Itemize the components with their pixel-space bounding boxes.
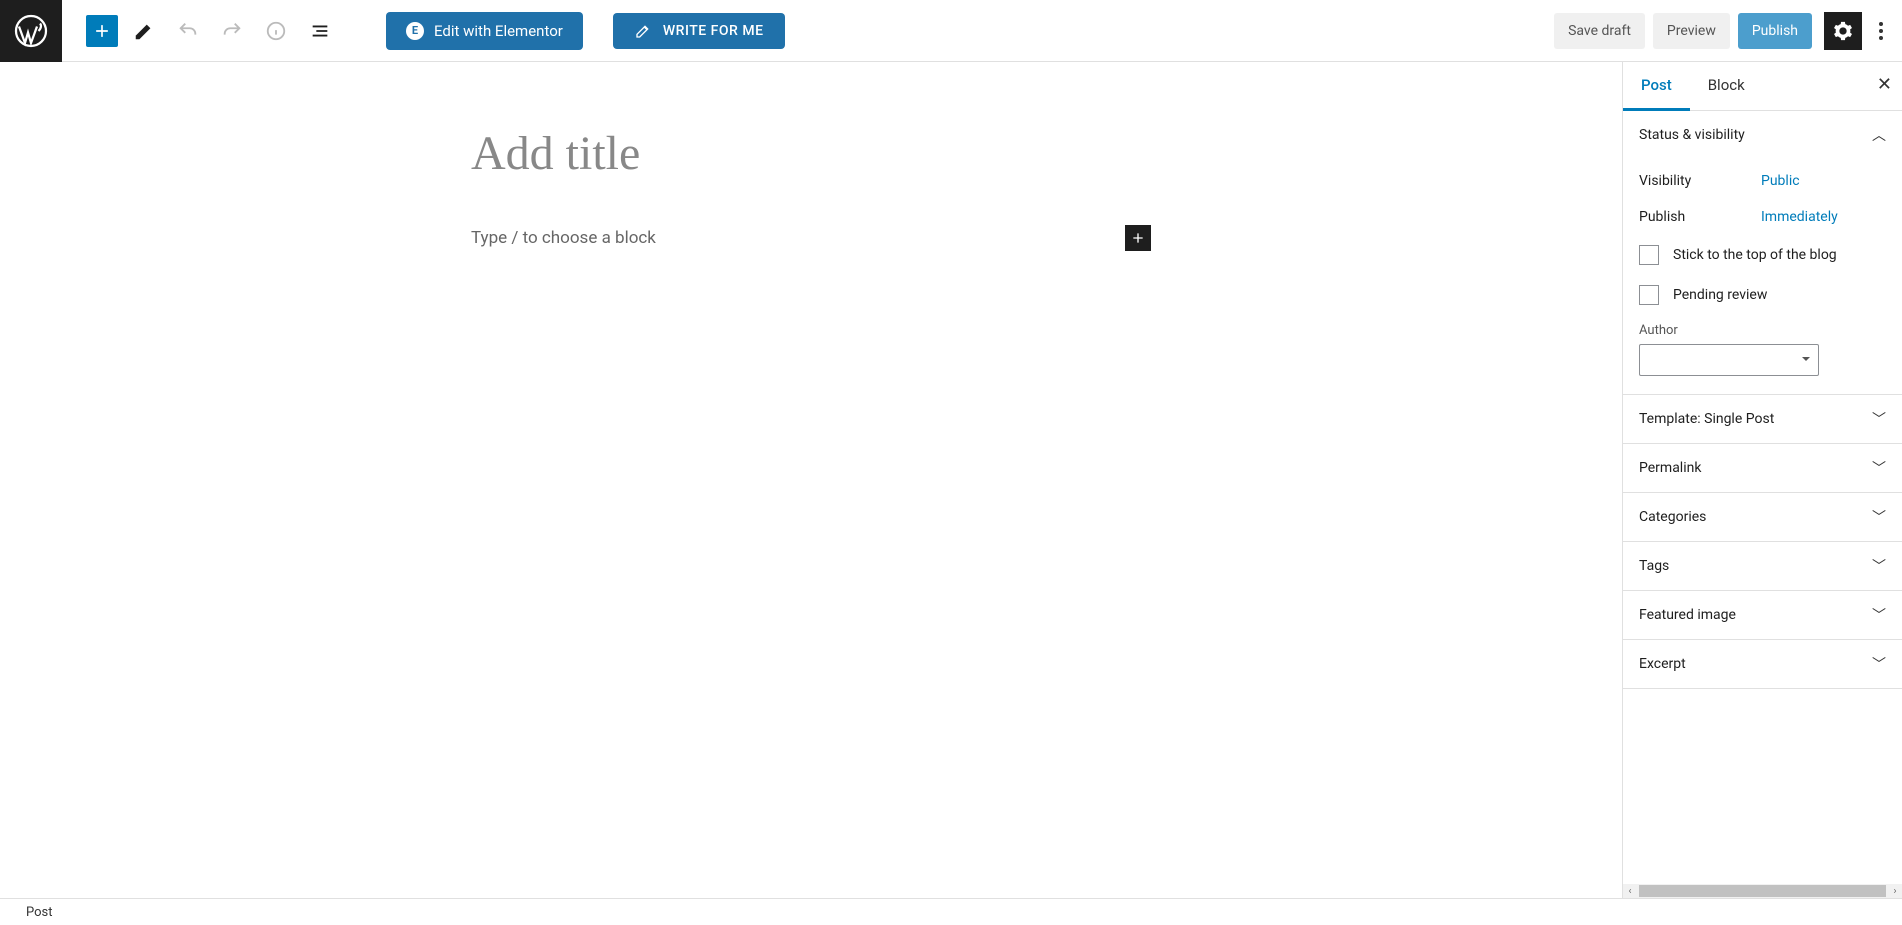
panel-tags[interactable]: Tags﹀ <box>1623 542 1902 590</box>
list-view-icon[interactable] <box>302 13 338 49</box>
elementor-button[interactable]: E Edit with Elementor <box>386 12 583 50</box>
add-block-inline-button[interactable] <box>1125 225 1151 251</box>
publish-value[interactable]: Immediately <box>1761 209 1838 225</box>
preview-button[interactable]: Preview <box>1653 13 1730 49</box>
chevron-up-icon: ︿ <box>1872 125 1886 145</box>
elementor-icon: E <box>406 22 424 40</box>
undo-icon <box>170 13 206 49</box>
sidebar-tabs: Post Block ✕ <box>1623 62 1902 111</box>
editor-canvas[interactable]: Add title Type / to choose a block <box>0 62 1622 898</box>
chevron-down-icon: ﹀ <box>1872 409 1886 429</box>
chevron-down-icon: ﹀ <box>1872 605 1886 625</box>
add-block-button[interactable] <box>86 15 118 47</box>
pending-review-checkbox[interactable] <box>1639 285 1659 305</box>
pending-label: Pending review <box>1673 287 1767 303</box>
publish-button[interactable]: Publish <box>1738 13 1812 49</box>
edit-mode-icon[interactable] <box>126 13 162 49</box>
visibility-label: Visibility <box>1639 173 1761 189</box>
author-label: Author <box>1639 315 1886 344</box>
horizontal-scrollbar[interactable]: ‹ › <box>1623 884 1902 898</box>
stick-to-top-checkbox[interactable] <box>1639 245 1659 265</box>
settings-button[interactable] <box>1824 12 1862 50</box>
breadcrumb[interactable]: Post <box>26 905 53 920</box>
author-select[interactable] <box>1639 344 1819 376</box>
write-for-me-button[interactable]: WRITE FOR ME <box>613 13 786 49</box>
panel-categories[interactable]: Categories﹀ <box>1623 493 1902 541</box>
left-tool-group: E Edit with Elementor WRITE FOR ME <box>62 12 785 50</box>
panel-status-visibility: Status & visibility ︿ Visibility Public … <box>1623 111 1902 395</box>
post-title-input[interactable]: Add title <box>471 126 1151 181</box>
chevron-down-icon: ﹀ <box>1872 654 1886 674</box>
stick-label: Stick to the top of the blog <box>1673 247 1837 263</box>
panel-permalink[interactable]: Permalink﹀ <box>1623 444 1902 492</box>
toolbar: E Edit with Elementor WRITE FOR ME Save … <box>0 0 1902 62</box>
right-tool-group: Save draft Preview Publish <box>1554 12 1890 50</box>
wordpress-logo[interactable] <box>0 0 62 62</box>
tab-block[interactable]: Block <box>1690 62 1763 110</box>
publish-label: Publish <box>1639 209 1761 225</box>
scroll-right-icon[interactable]: › <box>1888 886 1902 897</box>
tab-post[interactable]: Post <box>1623 62 1690 111</box>
chevron-down-icon: ﹀ <box>1872 556 1886 576</box>
write-label: WRITE FOR ME <box>663 23 764 39</box>
scroll-thumb[interactable] <box>1639 885 1886 897</box>
panel-template[interactable]: Template: Single Post﹀ <box>1623 395 1902 443</box>
chevron-down-icon: ﹀ <box>1872 507 1886 527</box>
close-sidebar-icon[interactable]: ✕ <box>1877 74 1892 95</box>
redo-icon <box>214 13 250 49</box>
panel-excerpt[interactable]: Excerpt﹀ <box>1623 640 1902 688</box>
elementor-label: Edit with Elementor <box>434 22 563 40</box>
save-draft-button[interactable]: Save draft <box>1554 13 1645 49</box>
scroll-left-icon[interactable]: ‹ <box>1623 886 1637 897</box>
panel-header-status[interactable]: Status & visibility ︿ <box>1623 111 1902 159</box>
panel-featured-image[interactable]: Featured image﹀ <box>1623 591 1902 639</box>
settings-sidebar: Post Block ✕ Status & visibility ︿ Visib… <box>1622 62 1902 898</box>
info-icon[interactable] <box>258 13 294 49</box>
block-prompt[interactable]: Type / to choose a block <box>471 228 1125 248</box>
more-options-icon[interactable] <box>1872 12 1890 50</box>
chevron-down-icon: ﹀ <box>1872 458 1886 478</box>
breadcrumb-bar: Post <box>0 898 1902 925</box>
visibility-value[interactable]: Public <box>1761 173 1800 189</box>
